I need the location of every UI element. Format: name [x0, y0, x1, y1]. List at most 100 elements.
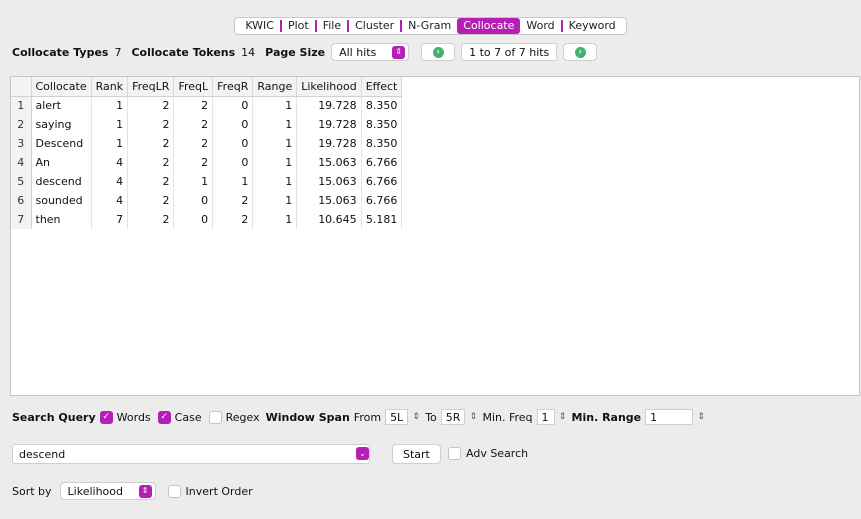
- tool-tabs: KWIC Plot File Cluster N-Gram Collocate …: [234, 17, 627, 35]
- row-number: 2: [11, 115, 32, 134]
- table-row[interactable]: 5 descend 4 2 1 1 1 15.063 6.766: [11, 172, 403, 191]
- column-header-collocate[interactable]: Collocate: [31, 77, 92, 97]
- page-size-label: Page Size: [265, 45, 326, 59]
- adv-search-checkbox[interactable]: [448, 447, 461, 460]
- table-row[interactable]: 1 alert 1 2 2 0 1 19.728 8.350: [11, 96, 403, 115]
- cell-freql: 1: [173, 172, 214, 191]
- row-number: 7: [11, 210, 32, 229]
- table-row[interactable]: 2 saying 1 2 2 0 1 19.728 8.350: [11, 115, 403, 134]
- column-header-range[interactable]: Range: [252, 77, 298, 97]
- from-stepper[interactable]: 5L ⇕: [385, 409, 421, 425]
- sort-by-select[interactable]: Likelihood ⇕: [59, 482, 156, 500]
- cell-likelihood: 15.063: [296, 153, 362, 172]
- next-page-button[interactable]: ›: [563, 43, 598, 61]
- cell-freqr: 0: [212, 134, 254, 153]
- column-header-freqlr[interactable]: FreqLR: [127, 77, 175, 97]
- collocate-types-label: Collocate Types: [12, 45, 109, 59]
- cell-range: 1: [252, 191, 298, 210]
- cell-freqr: 2: [212, 210, 254, 229]
- table-row[interactable]: 7 then 7 2 0 2 1 10.645 5.181: [11, 210, 403, 229]
- row-number: 4: [11, 153, 32, 172]
- search-options-row: Search Query ✓ Words ✓ Case Regex Window…: [12, 408, 706, 426]
- antconc-window: KWIC Plot File Cluster N-Gram Collocate …: [0, 0, 861, 519]
- min-freq-stepper[interactable]: 1 ⇕: [536, 409, 568, 425]
- from-label: From: [353, 410, 382, 424]
- query-row: descend ⌄ Start Adv Search: [12, 444, 552, 464]
- adv-search-option[interactable]: Adv Search: [448, 447, 528, 460]
- cell-range: 1: [252, 134, 298, 153]
- window-span-label: Window Span: [265, 410, 350, 424]
- tab-ngram[interactable]: N-Gram: [402, 18, 457, 34]
- from-value[interactable]: 5L: [385, 409, 409, 425]
- tab-word[interactable]: Word: [520, 18, 560, 34]
- min-range-value[interactable]: 1: [645, 409, 694, 425]
- collocate-types-value: 7: [114, 45, 122, 59]
- cell-collocate: then: [31, 210, 92, 229]
- regex-checkbox[interactable]: [208, 410, 222, 424]
- min-freq-value[interactable]: 1: [536, 409, 555, 425]
- row-number: 1: [11, 96, 32, 115]
- tab-kwic[interactable]: KWIC: [239, 18, 280, 34]
- cell-range: 1: [252, 115, 298, 134]
- column-header-likelihood[interactable]: Likelihood: [296, 77, 362, 97]
- adv-search-label: Adv Search: [466, 447, 529, 460]
- cell-likelihood: 15.063: [296, 172, 362, 191]
- cell-collocate: descend: [31, 172, 92, 191]
- column-header-freql[interactable]: FreqL: [173, 77, 214, 97]
- cell-freql: 0: [173, 210, 214, 229]
- row-number-header: [11, 77, 32, 97]
- cell-effect: 8.350: [361, 115, 403, 134]
- cell-effect: 6.766: [361, 172, 403, 191]
- cell-collocate: Descend: [31, 134, 92, 153]
- tab-cluster[interactable]: Cluster: [349, 18, 400, 34]
- chevron-updown-icon: ⇕: [392, 45, 406, 59]
- cell-range: 1: [252, 96, 298, 115]
- cell-freqlr: 2: [127, 210, 175, 229]
- cell-freqr: 0: [212, 153, 254, 172]
- search-query-input[interactable]: descend: [12, 444, 370, 464]
- column-header-freqr[interactable]: FreqR: [212, 77, 254, 97]
- words-label: Words: [116, 410, 151, 424]
- tab-plot[interactable]: Plot: [282, 18, 315, 34]
- tab-file[interactable]: File: [317, 18, 347, 34]
- search-query-value: descend: [19, 447, 66, 461]
- stepper-arrows-icon[interactable]: ⇕: [411, 412, 421, 422]
- to-label: To: [425, 410, 437, 424]
- invert-order-checkbox[interactable]: [167, 484, 181, 498]
- results-grid: Collocate Rank FreqLR FreqL FreqR Range …: [11, 77, 403, 229]
- cell-likelihood: 15.063: [296, 191, 362, 210]
- tab-keyword[interactable]: Keyword: [563, 18, 622, 34]
- start-button[interactable]: Start: [392, 444, 441, 464]
- table-row[interactable]: 6 sounded 4 2 0 2 1 15.063 6.766: [11, 191, 403, 210]
- previous-page-button[interactable]: ‹: [421, 43, 456, 61]
- words-checkbox[interactable]: ✓: [99, 410, 113, 424]
- table-row[interactable]: 3 Descend 1 2 2 0 1 19.728 8.350: [11, 134, 403, 153]
- table-row[interactable]: 4 An 4 2 2 0 1 15.063 6.766: [11, 153, 403, 172]
- regex-label: Regex: [225, 410, 260, 424]
- column-header-rank[interactable]: Rank: [91, 77, 129, 97]
- stepper-arrows-icon[interactable]: ⇕: [468, 412, 478, 422]
- cell-likelihood: 19.728: [296, 96, 362, 115]
- cell-freqr: 0: [212, 115, 254, 134]
- sort-row: Sort by Likelihood ⇕ Invert Order: [12, 482, 253, 500]
- cell-freql: 2: [173, 134, 214, 153]
- page-size-select[interactable]: All hits ⇕: [331, 43, 410, 61]
- cell-freqlr: 2: [127, 115, 175, 134]
- cell-collocate: alert: [31, 96, 92, 115]
- page-size-value: All hits: [339, 45, 377, 59]
- cell-rank: 1: [91, 134, 129, 153]
- chevron-updown-icon: ⇕: [138, 484, 152, 498]
- stepper-arrows-icon[interactable]: ⇕: [696, 412, 706, 422]
- to-stepper[interactable]: 5R ⇕: [440, 409, 479, 425]
- stepper-arrows-icon[interactable]: ⇕: [558, 412, 568, 422]
- to-value[interactable]: 5R: [440, 409, 466, 425]
- tab-collocate[interactable]: Collocate: [457, 18, 521, 34]
- cell-rank: 4: [91, 172, 129, 191]
- cell-freqlr: 2: [127, 134, 175, 153]
- cell-freql: 0: [173, 191, 214, 210]
- column-header-effect[interactable]: Effect: [361, 77, 403, 97]
- cell-collocate: saying: [31, 115, 92, 134]
- case-checkbox[interactable]: ✓: [157, 410, 171, 424]
- min-range-stepper[interactable]: 1 ⇕: [645, 409, 706, 425]
- history-dropdown-icon[interactable]: ⌄: [356, 447, 369, 460]
